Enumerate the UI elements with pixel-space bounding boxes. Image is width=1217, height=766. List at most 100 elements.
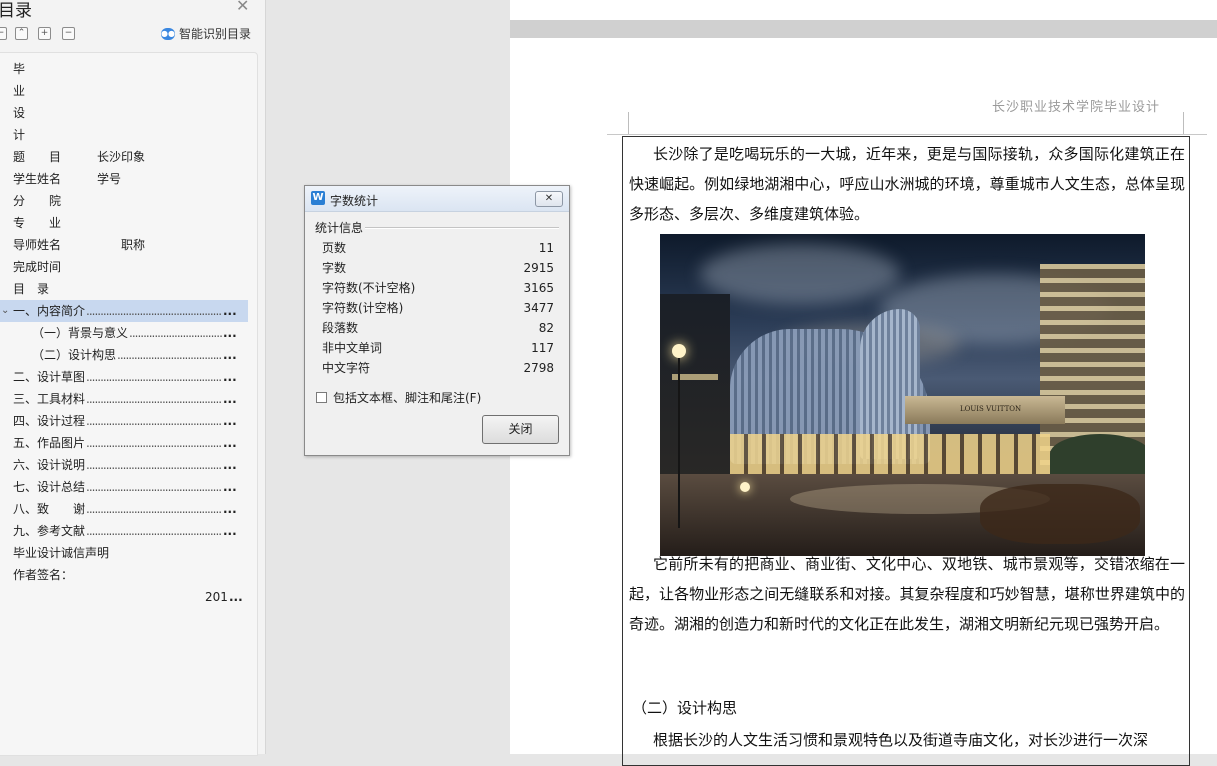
- checkbox-box[interactable]: [316, 392, 327, 403]
- page-header: 长沙职业技术学院毕业设计: [992, 100, 1161, 115]
- toc-dot-leader: ........................................…: [86, 370, 222, 384]
- toc-item[interactable]: 八、致 谢...................................…: [0, 498, 248, 520]
- toc-item-label: 题 目 长沙印象: [13, 150, 146, 164]
- stat-row: 字数 2915: [322, 258, 554, 278]
- toc-item-label: 七、设计总结: [13, 480, 86, 494]
- page-gap: [510, 20, 1217, 38]
- toc-item[interactable]: 201...: [0, 586, 248, 608]
- toc-item-label: 业: [13, 84, 26, 98]
- stat-value: 3165: [523, 281, 554, 295]
- toc-item[interactable]: 五、作品图片..................................…: [0, 432, 248, 454]
- toc-more-marker: ...: [223, 502, 237, 516]
- toc-item-label: （一）背景与意义: [32, 326, 129, 340]
- toc-list: 毕业设计题 目 长沙印象 学生姓名 学号分 院专 业导师姓名 职称完成时间目 录 ⌄…: [0, 52, 258, 756]
- toc-panel: 目录 ✕ − ⌃ + − ●● 智能识别目录 毕业设计题 目 长沙印象 学生姓名 …: [0, 0, 266, 756]
- stat-label: 中文字符: [322, 361, 371, 375]
- paragraph[interactable]: 根据长沙的人文生活习惯和景观特色以及街道寺庙文化，对长沙进行一次深: [629, 725, 1185, 755]
- paragraph[interactable]: 它前所未有的把商业、商业街、文化中心、双地铁、城市景观等，交错浓缩在一起，让各物…: [629, 549, 1185, 639]
- stat-value: 11: [538, 241, 554, 255]
- toc-item[interactable]: 作者签名：: [0, 564, 248, 586]
- toc-item-label: 分 院: [13, 194, 62, 208]
- toc-item[interactable]: 计: [0, 124, 248, 146]
- toc-item[interactable]: 目 录: [0, 278, 248, 300]
- stat-value: 82: [538, 321, 554, 335]
- toc-item-label: 九、参考文献: [13, 524, 86, 538]
- toc-dot-leader: ........................................…: [86, 436, 222, 450]
- crop-mark: [1183, 112, 1184, 134]
- toc-item[interactable]: 六、设计说明..................................…: [0, 454, 248, 476]
- wps-writer-icon: W: [311, 191, 325, 205]
- stat-value: 2798: [523, 361, 554, 375]
- close-button[interactable]: 关闭: [482, 415, 559, 444]
- smart-toc-icon: ●●: [161, 27, 175, 40]
- stat-row: 页数 11: [322, 238, 554, 258]
- collapse-all-button[interactable]: −: [0, 27, 7, 40]
- toc-item[interactable]: 设: [0, 102, 248, 124]
- stat-row: 中文字符 2798: [322, 358, 554, 378]
- toc-item[interactable]: 三、工具材料..................................…: [0, 388, 248, 410]
- stat-label: 页数: [322, 241, 347, 255]
- chevron-down-icon[interactable]: ⌄: [1, 300, 9, 322]
- toc-item[interactable]: 四、设计过程..................................…: [0, 410, 248, 432]
- toc-item-label: 二、设计草图: [13, 370, 86, 384]
- toc-item[interactable]: 学生姓名 学号: [0, 168, 248, 190]
- toc-more-marker: ...: [223, 436, 237, 450]
- toc-item[interactable]: ⌄ 一、内容简介.................................…: [0, 300, 248, 322]
- toc-item-label: 设: [13, 106, 26, 120]
- toc-dot-leader: ........................................…: [86, 392, 222, 406]
- toc-item-label: 计: [13, 128, 26, 142]
- collapse-level-icon[interactable]: ⌃: [15, 27, 28, 40]
- toc-item[interactable]: 七、设计总结..................................…: [0, 476, 248, 498]
- toc-item-label: （二）设计构思: [32, 348, 117, 362]
- smart-toc-label: 智能识别目录: [179, 27, 252, 41]
- toc-title: 目录: [0, 1, 32, 21]
- dialog-close-icon[interactable]: ✕: [535, 191, 563, 207]
- toc-item[interactable]: 分 院: [0, 190, 248, 212]
- toc-item[interactable]: 二、设计草图..................................…: [0, 366, 248, 388]
- toc-dot-leader: ........................................…: [86, 480, 222, 494]
- toc-item[interactable]: 题 目 长沙印象: [0, 146, 248, 168]
- toc-more-marker: ...: [223, 304, 237, 318]
- toc-item[interactable]: 业: [0, 80, 248, 102]
- smart-toc-button[interactable]: ●● 智能识别目录: [161, 25, 251, 42]
- building-photo[interactable]: LOUIS VUITTON: [660, 234, 1145, 556]
- stat-label: 字符数(不计空格): [322, 281, 416, 295]
- toc-more-marker: ...: [223, 370, 237, 384]
- dialog-title: 字数统计: [330, 194, 379, 208]
- toc-dot-leader: ........................................…: [86, 304, 222, 318]
- checkbox-label: 包括文本框、脚注和尾注(F): [333, 391, 482, 405]
- toc-more-marker: ...: [223, 480, 237, 494]
- toc-more-marker: ...: [229, 590, 243, 604]
- toc-item-label: 导师姓名 职称: [13, 238, 146, 252]
- include-textbox-checkbox[interactable]: 包括文本框、脚注和尾注(F): [316, 389, 481, 406]
- toc-item-label: 三、工具材料: [13, 392, 86, 406]
- toc-item-label: 四、设计过程: [13, 414, 86, 428]
- toc-item[interactable]: 导师姓名 职称: [0, 234, 248, 256]
- expand-icon[interactable]: +: [38, 27, 51, 40]
- close-icon[interactable]: ✕: [236, 0, 249, 15]
- toc-more-marker: ...: [223, 326, 237, 340]
- toc-item[interactable]: 九、参考文献..................................…: [0, 520, 248, 542]
- remove-icon[interactable]: −: [62, 27, 75, 40]
- toc-item-label: 一、内容简介: [13, 304, 86, 318]
- toc-item[interactable]: （一）背景与意义................................…: [0, 322, 248, 344]
- toc-item-label: 毕: [13, 62, 26, 76]
- toc-item[interactable]: 毕: [0, 58, 248, 80]
- stat-row: 字符数(计空格) 3477: [322, 298, 554, 318]
- crop-mark: [628, 112, 629, 134]
- dialog-titlebar[interactable]: W 字数统计 ✕: [305, 186, 569, 212]
- toc-dot-leader: ........................................…: [117, 348, 222, 362]
- paragraph[interactable]: 长沙除了是吃喝玩乐的一大城，近年来，更是与国际接轨，众多国际化建筑正在快速崛起。…: [629, 139, 1185, 229]
- toc-item[interactable]: 专 业: [0, 212, 248, 234]
- toc-item-label: 目 录: [13, 282, 50, 296]
- toc-item-label: 学生姓名 学号: [13, 172, 122, 186]
- toc-item[interactable]: 完成时间: [0, 256, 248, 278]
- toc-more-marker: ...: [223, 414, 237, 428]
- toc-item[interactable]: （二）设计构思.................................…: [0, 344, 248, 366]
- word-count-dialog: W 字数统计 ✕ 统计信息 页数 11 字数 2915 字符数(不计空格) 3165 字符数…: [304, 185, 570, 456]
- toc-item-label: 毕业设计诚信声明: [13, 546, 110, 560]
- section-heading[interactable]: （二）设计构思: [632, 697, 737, 718]
- toc-item[interactable]: 毕业设计诚信声明: [0, 542, 248, 564]
- toc-item-label: 六、设计说明: [13, 458, 86, 472]
- toc-dot-leader: ........................................…: [129, 326, 222, 340]
